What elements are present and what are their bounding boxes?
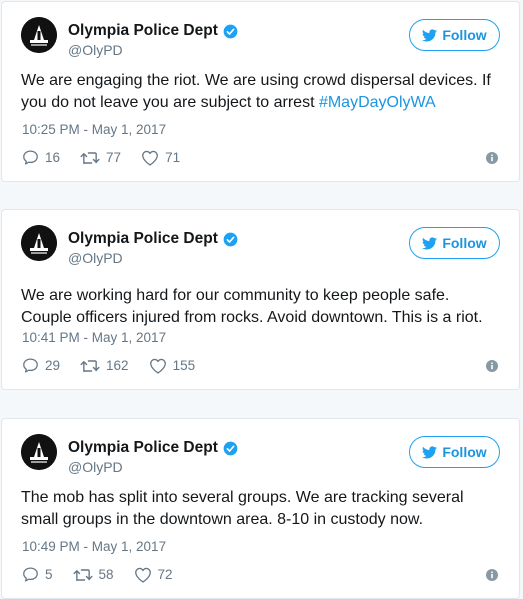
hashtag-link[interactable]: #MayDayOlyWA [319,94,436,111]
info-icon[interactable] [486,569,498,581]
like-button[interactable]: 72 [134,567,173,583]
user-handle[interactable]: @OlyPD [68,42,123,58]
follow-label: Follow [442,235,487,251]
tweet-actions: 16 77 71 [22,149,180,166]
like-count: 71 [165,150,181,165]
verified-badge-icon [223,24,238,38]
tweet-card: Olympia Police Dept @OlyPD Follow We are… [1,1,520,182]
info-icon[interactable] [486,360,498,372]
reply-icon [23,358,38,373]
display-name[interactable]: Olympia Police Dept [68,439,218,457]
reply-count: 16 [45,150,61,165]
avatar[interactable] [21,225,57,261]
like-count: 155 [172,358,196,373]
police-logo-icon [21,434,57,470]
retweet-count: 58 [98,567,114,582]
like-button[interactable]: 71 [141,150,180,166]
verified-badge-icon [223,232,238,246]
follow-button[interactable]: Follow [409,227,500,259]
tweet-card: Olympia Police Dept @OlyPD Follow We are… [1,209,520,390]
tweet-actions: 5 58 72 [22,566,173,583]
retweet-button[interactable]: 77 [80,150,121,166]
tweet-timestamp[interactable]: 10:25 PM - May 1, 2017 [22,122,166,137]
police-logo-icon [21,225,57,261]
follow-label: Follow [442,27,487,43]
user-handle[interactable]: @OlyPD [68,250,123,266]
reply-icon [23,567,38,582]
follow-button[interactable]: Follow [409,19,500,51]
avatar[interactable] [21,434,57,470]
like-button[interactable]: 155 [149,358,196,374]
tweet-feed: Olympia Police Dept @OlyPD Follow We are… [0,0,523,599]
tweet-text: We are engaging the riot. We are using c… [21,70,499,114]
heart-icon [134,567,151,583]
reply-button[interactable]: 5 [22,566,53,583]
follow-label: Follow [442,444,487,460]
display-name[interactable]: Olympia Police Dept [68,230,218,248]
reply-count: 5 [45,567,53,582]
reply-icon [23,150,38,165]
retweet-button[interactable]: 162 [80,358,129,374]
reply-count: 29 [45,358,61,373]
verified-badge-icon [223,441,238,455]
reply-button[interactable]: 16 [22,149,60,166]
tweet-body: The mob has split into several groups. W… [21,489,464,528]
retweet-button[interactable]: 58 [72,567,114,583]
police-logo-icon [21,17,57,53]
retweet-count: 162 [106,358,129,373]
avatar[interactable] [21,17,57,53]
retweet-icon [72,568,93,581]
display-name[interactable]: Olympia Police Dept [68,22,218,40]
tweet-body: We are working hard for our community to… [21,287,483,326]
twitter-bird-icon [422,236,438,249]
tweet-text: We are working hard for our community to… [21,285,499,329]
twitter-bird-icon [422,445,438,458]
tweet-timestamp[interactable]: 10:49 PM - May 1, 2017 [22,539,166,554]
twitter-bird-icon [422,28,438,41]
follow-button[interactable]: Follow [409,436,500,468]
like-count: 72 [157,567,173,582]
tweet-text: The mob has split into several groups. W… [21,487,499,531]
tweet-card: Olympia Police Dept @OlyPD Follow The mo… [1,418,520,599]
tweet-actions: 29 162 155 [22,357,195,374]
retweet-count: 77 [106,150,122,165]
tweet-timestamp[interactable]: 10:41 PM - May 1, 2017 [22,330,166,345]
retweet-icon [80,359,100,372]
user-handle[interactable]: @OlyPD [68,459,123,475]
info-icon[interactable] [486,152,498,164]
heart-icon [149,358,166,374]
retweet-icon [80,151,100,164]
heart-icon [142,150,158,166]
reply-button[interactable]: 29 [22,357,60,374]
